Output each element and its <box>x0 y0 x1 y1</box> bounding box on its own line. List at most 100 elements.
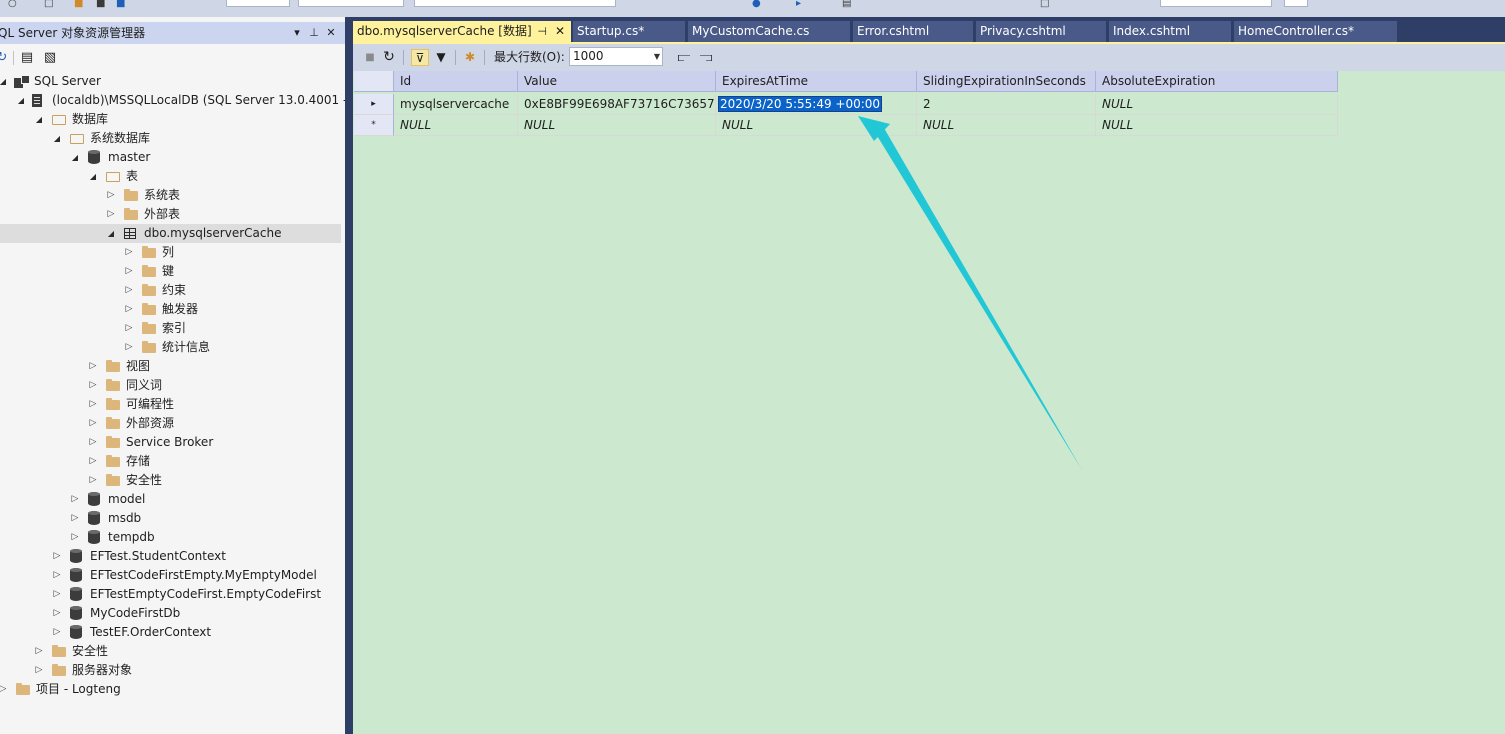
tree-node[interactable]: ◢ dbo.mysqlserverCache <box>0 224 341 243</box>
collapsed-arrow-icon[interactable]: ▷ <box>70 509 80 528</box>
tree-node[interactable]: ▷ 可编程性 <box>0 395 345 414</box>
toolbar-glyph[interactable]: ■ <box>96 0 105 9</box>
collapsed-arrow-icon[interactable]: ▷ <box>52 623 62 642</box>
close-tab-icon[interactable]: ✕ <box>555 21 565 42</box>
column-header[interactable]: ExpiresAtTime <box>716 71 917 92</box>
filter-sort-icon[interactable]: ⊽ <box>411 49 429 66</box>
table-cell[interactable]: 0xE8BF99E698AF73716C73657... <box>518 94 716 115</box>
collapsed-arrow-icon[interactable]: ▷ <box>0 680 8 699</box>
toolbar-combo[interactable] <box>1284 0 1308 7</box>
toolbar-glyph[interactable]: ▸ <box>796 0 801 9</box>
tree-node[interactable]: ▷ 外部表 <box>0 205 345 224</box>
grid-corner[interactable] <box>354 71 394 92</box>
filter-icon[interactable]: ▼ <box>432 49 450 66</box>
collapsed-arrow-icon[interactable]: ▷ <box>124 338 134 357</box>
tree-node[interactable]: ▷ 存储 <box>0 452 345 471</box>
tree-node[interactable]: ◢ 系统数据库 <box>0 129 345 148</box>
expanded-arrow-icon[interactable]: ◢ <box>106 224 116 243</box>
expanded-arrow-icon[interactable]: ◢ <box>52 129 62 148</box>
tree-node[interactable]: ▷ 同义词 <box>0 376 345 395</box>
toolbar-combo[interactable] <box>1160 0 1272 7</box>
document-tab[interactable]: Index.cshtml <box>1109 21 1231 42</box>
export-data-icon[interactable]: ⫎ <box>697 49 715 66</box>
table-cell[interactable]: NULL <box>716 115 917 136</box>
script-icon[interactable]: ✱ <box>461 49 479 66</box>
close-icon[interactable]: ✕ <box>324 25 338 41</box>
tree-node[interactable]: ▷ EFTestCodeFirstEmpty.MyEmptyModel <box>0 566 345 585</box>
tree-node[interactable]: ▷ 约束 <box>0 281 345 300</box>
collapsed-arrow-icon[interactable]: ▷ <box>34 642 44 661</box>
toolbar-glyph[interactable]: □ <box>1040 0 1049 9</box>
collapsed-arrow-icon[interactable]: ▷ <box>34 661 44 680</box>
collapsed-arrow-icon[interactable]: ▷ <box>88 395 98 414</box>
table-cell[interactable]: NULL <box>394 115 518 136</box>
refresh-icon[interactable]: ↻ <box>0 50 10 66</box>
expanded-arrow-icon[interactable]: ◢ <box>88 167 98 186</box>
document-tab[interactable]: Startup.cs* <box>573 21 685 42</box>
tree-node[interactable]: ◢ 数据库 <box>0 110 345 129</box>
table-cell[interactable]: NULL <box>1096 115 1338 136</box>
document-tab[interactable]: MyCustomCache.cs <box>688 21 850 42</box>
expanded-arrow-icon[interactable]: ◢ <box>16 91 26 110</box>
max-rows-combobox[interactable]: 1000 ▼ <box>569 47 663 66</box>
column-header[interactable]: Value <box>518 71 716 92</box>
toolbar-glyph[interactable]: ● <box>752 0 761 9</box>
column-header[interactable]: SlidingExpirationInSeconds <box>917 71 1096 92</box>
tree-node[interactable]: ▷ 项目 - Logteng <box>0 680 345 699</box>
toolbar-combo[interactable] <box>414 0 616 7</box>
tree-node[interactable]: ▷ 系统表 <box>0 186 345 205</box>
row-selector[interactable]: * <box>354 115 394 136</box>
collapsed-arrow-icon[interactable]: ▷ <box>88 357 98 376</box>
panel-splitter[interactable] <box>345 17 353 734</box>
collapsed-arrow-icon[interactable]: ▷ <box>88 414 98 433</box>
dropdown-icon[interactable]: ▾ <box>290 25 304 41</box>
collapsed-arrow-icon[interactable]: ▷ <box>52 547 62 566</box>
tree-node[interactable]: ▷ 索引 <box>0 319 345 338</box>
expanded-arrow-icon[interactable]: ◢ <box>70 148 80 167</box>
tree-node[interactable]: ▷ tempdb <box>0 528 345 547</box>
collapsed-arrow-icon[interactable]: ▷ <box>88 376 98 395</box>
tree-node[interactable]: ◢ 表 <box>0 167 345 186</box>
row-selector[interactable]: ▸ <box>354 94 394 115</box>
export-script-icon[interactable]: ⫍ <box>675 49 693 66</box>
document-tab[interactable]: Privacy.cshtml <box>976 21 1106 42</box>
tree-node[interactable]: ▷ 统计信息 <box>0 338 345 357</box>
tree-node[interactable]: ▷ EFTest.StudentContext <box>0 547 345 566</box>
tree-node[interactable]: ▷ msdb <box>0 509 345 528</box>
tree-node[interactable]: ◢ SQL Server <box>0 72 345 91</box>
pin-tab-icon[interactable]: ⊣ <box>537 21 547 42</box>
tree-node[interactable]: ▷ Service Broker <box>0 433 345 452</box>
pin-icon[interactable]: ⊥ <box>307 25 321 41</box>
table-cell[interactable]: 2020/3/20 5:55:49 +00:00 <box>716 94 917 115</box>
column-header[interactable]: Id <box>394 71 518 92</box>
tree-node[interactable]: ▷ 外部资源 <box>0 414 345 433</box>
collapsed-arrow-icon[interactable]: ▷ <box>124 281 134 300</box>
tree-node[interactable]: ▷ 视图 <box>0 357 345 376</box>
collapsed-arrow-icon[interactable]: ▷ <box>52 566 62 585</box>
new-query-icon[interactable]: ▧ <box>42 50 58 66</box>
collapsed-arrow-icon[interactable]: ▷ <box>106 186 116 205</box>
tree-node[interactable]: ◢ master <box>0 148 345 167</box>
collapsed-arrow-icon[interactable]: ▷ <box>124 300 134 319</box>
tree-node[interactable]: ▷ MyCodeFirstDb <box>0 604 345 623</box>
column-header[interactable]: AbsoluteExpiration <box>1096 71 1338 92</box>
collapsed-arrow-icon[interactable]: ▷ <box>124 319 134 338</box>
collapsed-arrow-icon[interactable]: ▷ <box>88 433 98 452</box>
tree-node[interactable]: ▷ 列 <box>0 243 345 262</box>
toolbar-glyph[interactable]: ■ <box>74 0 83 9</box>
toolbar-combo[interactable] <box>226 0 290 7</box>
collapsed-arrow-icon[interactable]: ▷ <box>70 528 80 547</box>
stop-icon[interactable]: ■ <box>361 49 379 66</box>
chevron-down-icon[interactable]: ▼ <box>654 48 660 65</box>
document-tab[interactable]: Error.cshtml <box>853 21 973 42</box>
tree-node[interactable]: ▷ 键 <box>0 262 345 281</box>
toolbar-glyph[interactable]: ○ <box>8 0 17 9</box>
toolbar-glyph[interactable]: □ <box>44 0 53 9</box>
tree-node[interactable]: ▷ TestEF.OrderContext <box>0 623 345 642</box>
collapsed-arrow-icon[interactable]: ▷ <box>124 262 134 281</box>
toolbar-glyph[interactable]: ■ <box>116 0 125 9</box>
tree-node[interactable]: ▷ model <box>0 490 345 509</box>
collapsed-arrow-icon[interactable]: ▷ <box>70 490 80 509</box>
document-tab[interactable]: dbo.mysqlserverCache [数据] ⊣ ✕ <box>353 21 571 42</box>
table-cell[interactable]: 2 <box>917 94 1096 115</box>
